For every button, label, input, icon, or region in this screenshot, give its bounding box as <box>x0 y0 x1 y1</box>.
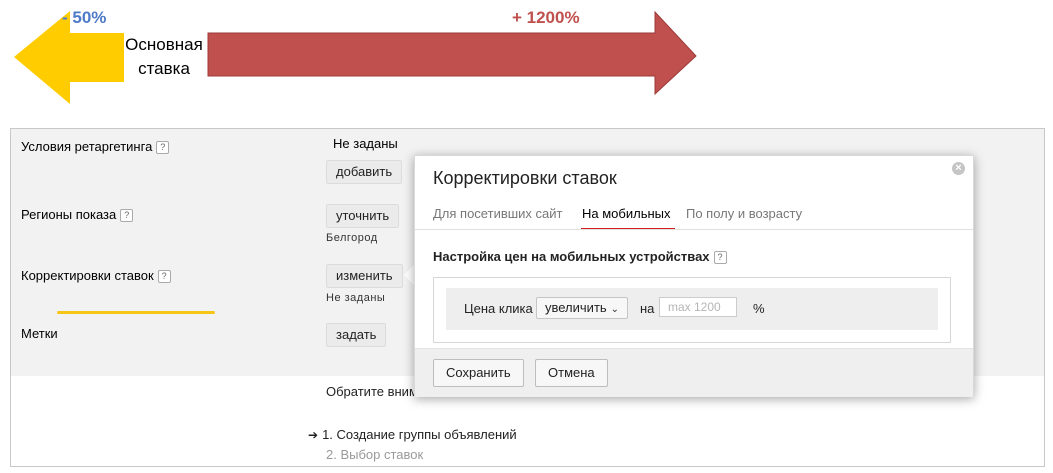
percent-sign: % <box>753 301 765 316</box>
retargeting-value: Не заданы <box>333 136 398 151</box>
regions-label-text: Регионы показа <box>21 207 117 222</box>
bid-adjustments-popup: × Корректировки ставок Для посетивших са… <box>414 155 974 397</box>
highlight-underline <box>57 311 215 314</box>
click-price-label: Цена клика <box>464 301 533 316</box>
right-arrow-shape <box>207 10 697 96</box>
save-button[interactable]: Сохранить <box>433 359 524 387</box>
adjust-direction-select[interactable]: увеличить ⌄ <box>536 297 629 319</box>
plus-annotation: + 1200% <box>512 8 580 27</box>
select-value: увеличить <box>545 300 607 315</box>
refine-regions-button[interactable]: уточнить <box>326 204 400 228</box>
base-bid-line2: ставка <box>138 59 190 78</box>
popup-footer: Сохранить Отмена <box>415 348 973 397</box>
help-icon[interactable]: ? <box>156 141 170 154</box>
step-2[interactable]: 2. Выбор ставок <box>326 447 423 462</box>
set-tags-button[interactable]: задать <box>326 323 387 347</box>
help-icon[interactable]: ? <box>120 209 134 222</box>
tabs-divider <box>415 229 973 230</box>
bid-adjust-label-text: Корректировки ставок <box>21 268 154 283</box>
section-title-text: Настройка цен на мобильных устройствах <box>433 249 710 264</box>
bid-adjust-value: Не заданы <box>326 292 386 304</box>
step-1[interactable]: ➔ 1. Создание группы объявлений <box>308 427 517 442</box>
section-title: Настройка цен на мобильных устройствах? <box>433 249 727 264</box>
tab-mobile[interactable]: На мобильных <box>582 206 671 221</box>
notice-text: Обратите вним <box>326 384 418 399</box>
step-1-label: 1. Создание группы объявлений <box>322 427 517 442</box>
change-bid-adjust-button[interactable]: изменить <box>326 264 403 288</box>
retargeting-label: Условия ретаргетинга? <box>21 139 170 154</box>
base-bid-annotation: Основная ставка <box>118 33 210 81</box>
tab-site-visitors[interactable]: Для посетивших сайт <box>433 206 562 221</box>
popup-tabs: Для посетивших сайт На мобильных По полу… <box>433 206 953 230</box>
bid-adjust-label: Корректировки ставок? <box>21 268 171 283</box>
percent-input[interactable] <box>659 297 737 317</box>
help-icon[interactable]: ? <box>157 270 171 283</box>
add-retargeting-button[interactable]: добавить <box>326 160 403 184</box>
minus-annotation: - 50% <box>62 8 107 27</box>
cancel-button[interactable]: Отмена <box>535 359 608 387</box>
retargeting-label-text: Условия ретаргетинга <box>21 139 153 154</box>
popup-title: Корректировки ставок <box>433 168 617 188</box>
popup-pointer <box>404 265 414 285</box>
mobile-setting-row: Цена клика увеличить⌄ на % <box>446 288 938 330</box>
close-icon[interactable]: × <box>952 162 965 175</box>
current-step-arrow-icon: ➔ <box>308 428 319 442</box>
base-bid-line1: Основная <box>125 35 203 54</box>
regions-label: Регионы показа? <box>21 207 134 222</box>
help-icon[interactable]: ? <box>713 251 727 264</box>
chevron-down-icon: ⌄ <box>610 304 620 315</box>
tab-gender-age[interactable]: По полу и возрасту <box>686 206 802 221</box>
regions-value: Белгород <box>326 232 378 244</box>
na-label: на <box>640 301 655 316</box>
tags-label: Метки <box>21 326 58 341</box>
mobile-setting-box: Цена клика увеличить⌄ на % <box>433 277 951 343</box>
